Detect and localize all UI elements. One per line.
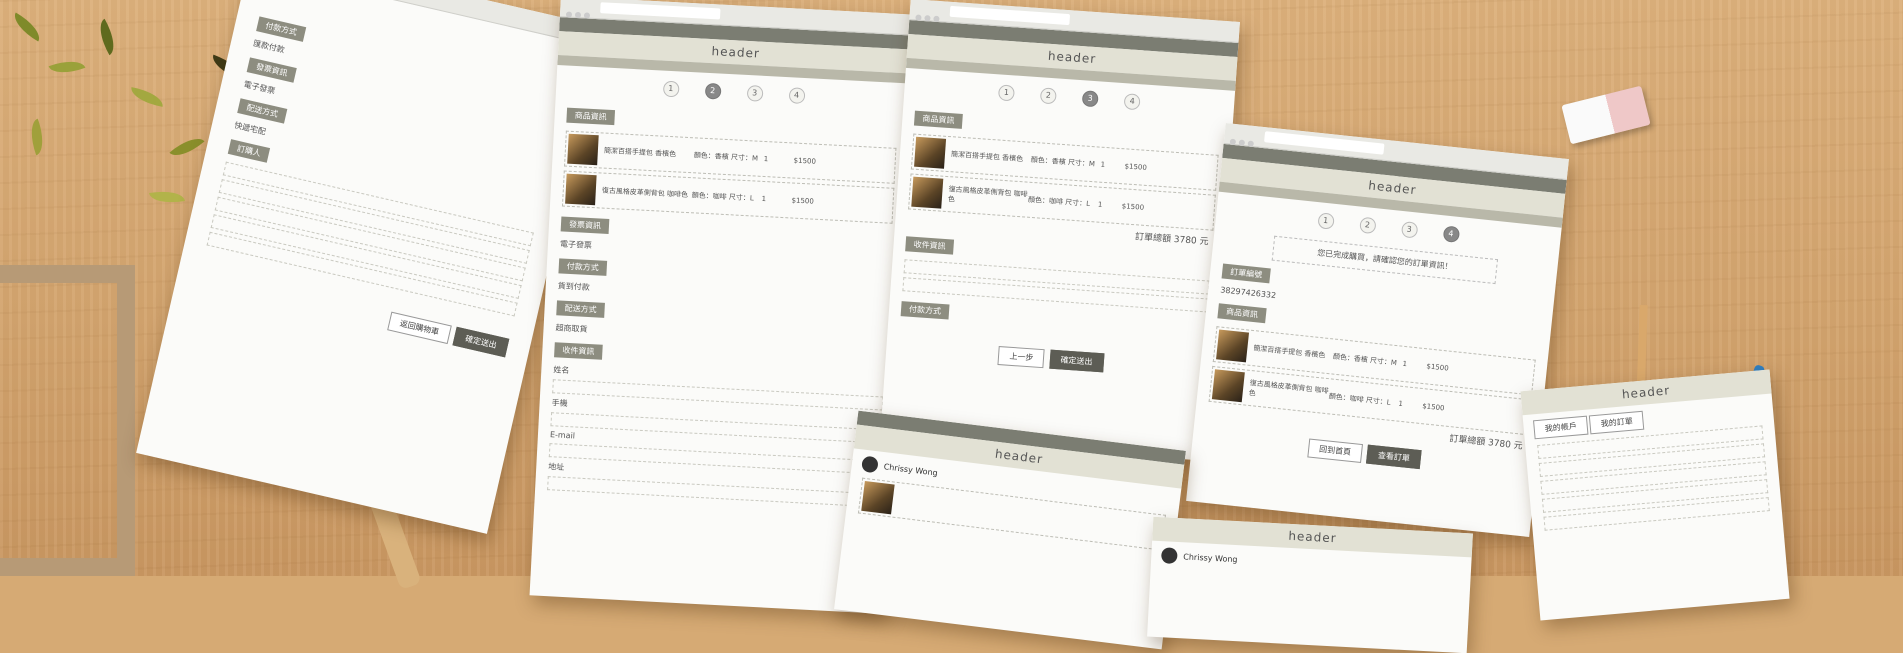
- section-label: 訂購人: [227, 139, 271, 163]
- product-image: [914, 136, 947, 169]
- sheet-order-complete: header 1 2 3 4 您已完成購買，請確認您的訂單資訊！ 訂單編號 38…: [1186, 123, 1569, 537]
- product-qty: 1: [1398, 399, 1404, 409]
- product-image: [911, 176, 944, 209]
- product-price: $1500: [1426, 362, 1450, 373]
- product-name: 復古風格皮革側背包 咖啡色: [1248, 378, 1329, 398]
- product-image: [861, 480, 895, 515]
- product-spec: 顏色：香檳 尺寸：M: [1332, 352, 1398, 368]
- sheet-member: header Chrissy Wong: [834, 410, 1186, 650]
- section-label: 發票資訊: [560, 216, 610, 234]
- back-button[interactable]: 返回購物車: [387, 311, 452, 345]
- section-label: 訂單編號: [1221, 263, 1271, 284]
- section-label: 商品資訊: [1217, 303, 1267, 324]
- option-text: 貨到付款: [557, 281, 590, 293]
- option-text: 快遞宅配: [233, 120, 267, 137]
- step-3: 3: [746, 84, 764, 102]
- section-label: 配送方式: [556, 300, 605, 318]
- step-1: 1: [1316, 212, 1335, 230]
- wooden-frame: [0, 265, 135, 576]
- step-2: 2: [704, 82, 722, 100]
- avatar: [1160, 547, 1178, 565]
- section-label: 配送方式: [237, 98, 288, 124]
- product-qty: 1: [1402, 359, 1408, 369]
- step-2: 2: [1358, 216, 1377, 235]
- step-1: 1: [662, 80, 680, 98]
- product-image: [565, 173, 597, 206]
- product-qty: 1: [763, 154, 769, 164]
- product-price: $1500: [793, 156, 817, 166]
- product-image: [567, 133, 599, 166]
- avatar: [861, 455, 879, 474]
- option-text: 超商取貨: [555, 323, 588, 334]
- product-name: 復古風格皮革側背包 咖啡色: [947, 185, 1028, 204]
- product-price: $1500: [1421, 402, 1445, 413]
- product-name: 簡潔百搭手提包 香檳色: [950, 150, 1024, 164]
- address-bar[interactable]: [600, 2, 721, 20]
- product-image: [1216, 329, 1250, 363]
- tab-orders[interactable]: 我的訂單: [1589, 410, 1645, 435]
- step-4: 4: [1123, 93, 1141, 111]
- step-4: 4: [1442, 225, 1460, 243]
- option-text: 電子發票: [559, 239, 593, 251]
- product-price: $1500: [791, 196, 815, 206]
- option-text: 匯款付款: [252, 38, 286, 55]
- section-label: 付款方式: [256, 16, 307, 42]
- view-orders-button[interactable]: 查看訂單: [1366, 444, 1422, 470]
- sheet-confirm: header 1 2 3 4 商品資訊 簡潔百搭手提包 香檳色 顏色：香檳 尺寸…: [880, 0, 1240, 461]
- back-button[interactable]: 上一步: [997, 346, 1046, 369]
- step-3: 3: [1400, 220, 1418, 239]
- product-qty: 1: [761, 194, 767, 204]
- product-spec: 顏色：香檳 尺寸：M: [693, 151, 759, 163]
- step-4: 4: [788, 87, 805, 104]
- product-spec: 顏色：咖啡 尺寸：L: [1027, 195, 1091, 209]
- section-label: 商品資訊: [566, 107, 616, 126]
- step-3: 3: [1081, 90, 1099, 108]
- section-label: 收件資訊: [905, 236, 955, 255]
- section-label: 付款方式: [558, 258, 608, 276]
- product-price: $1500: [1124, 162, 1148, 172]
- order-number: 38297426332: [1219, 285, 1277, 301]
- product-name: 簡潔百搭手提包 香檳色: [1253, 344, 1326, 360]
- sheet-orders: header 我的帳戶 我的訂單: [1520, 369, 1790, 621]
- product-price: $1500: [1121, 202, 1145, 212]
- product-spec: 顏色：香檳 尺寸：M: [1030, 155, 1096, 169]
- product-name: 復古風格皮革側背包 咖啡色: [601, 186, 689, 200]
- step-2: 2: [1039, 87, 1057, 105]
- section-label: 商品資訊: [913, 110, 963, 129]
- product-spec: 顏色：咖啡 尺寸：L: [691, 191, 754, 203]
- address-bar[interactable]: [949, 5, 1071, 26]
- submit-button[interactable]: 確定送出: [1048, 349, 1105, 373]
- user-name: Chrissy Wong: [1183, 551, 1238, 564]
- submit-button[interactable]: 確定送出: [452, 326, 510, 358]
- step-1: 1: [997, 84, 1015, 102]
- user-name: Chrissy Wong: [883, 461, 939, 478]
- option-text: 電子發票: [242, 79, 277, 96]
- product-qty: 1: [1100, 160, 1106, 169]
- sheet-member-2: header Chrissy Wong: [1147, 516, 1473, 653]
- tab-account[interactable]: 我的帳戶: [1533, 415, 1589, 440]
- product-name: 簡潔百搭手提包 香檳色: [603, 146, 677, 159]
- product-qty: 1: [1097, 200, 1103, 209]
- section-label: 收件資訊: [554, 342, 603, 360]
- product-spec: 顏色：咖啡 尺寸：L: [1328, 392, 1392, 407]
- section-label: 付款方式: [900, 301, 950, 320]
- home-button[interactable]: 回到首頁: [1307, 438, 1363, 463]
- product-image: [1211, 369, 1245, 403]
- section-label: 發票資訊: [246, 57, 297, 83]
